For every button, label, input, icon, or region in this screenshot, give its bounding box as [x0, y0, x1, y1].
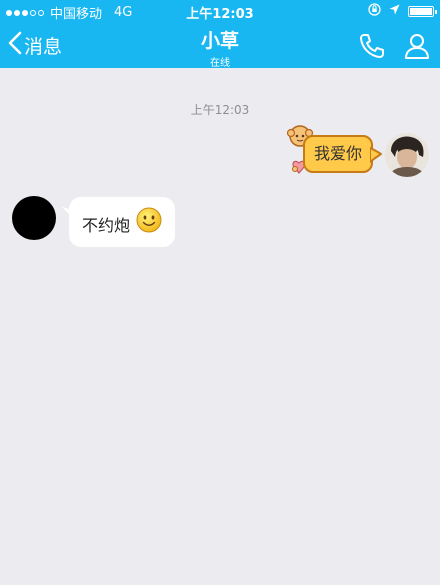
chevron-left-icon: [8, 31, 22, 59]
incoming-message-text: 不约炮: [82, 216, 131, 235]
top-bar: 中国移动 4G 上午12:03 消息 小草 在线: [0, 0, 440, 69]
online-status: 在线: [210, 58, 230, 69]
chat-header: 小草 在线: [120, 26, 320, 69]
my-avatar[interactable]: [385, 133, 429, 177]
battery-icon: [408, 6, 437, 17]
back-label: 消息: [24, 35, 63, 58]
contact-avatar[interactable]: [12, 196, 56, 240]
outgoing-message-text: 我爱你: [313, 144, 362, 163]
page-title: 小草: [200, 30, 239, 52]
rotation-lock-icon: [368, 3, 381, 20]
back-button[interactable]: 消息: [8, 31, 62, 59]
nav-bar: 消息 小草 在线: [0, 22, 440, 69]
status-bar: 中国移动 4G 上午12:03: [0, 0, 440, 22]
message-timestamp: 上午12:03: [190, 103, 250, 117]
call-button[interactable]: [358, 32, 386, 64]
phone-icon: [358, 34, 386, 64]
location-arrow-icon: [389, 4, 400, 19]
status-right: [368, 3, 437, 20]
smiley-icon: [136, 207, 162, 237]
user-icon: [403, 34, 431, 64]
profile-button[interactable]: [403, 32, 431, 64]
